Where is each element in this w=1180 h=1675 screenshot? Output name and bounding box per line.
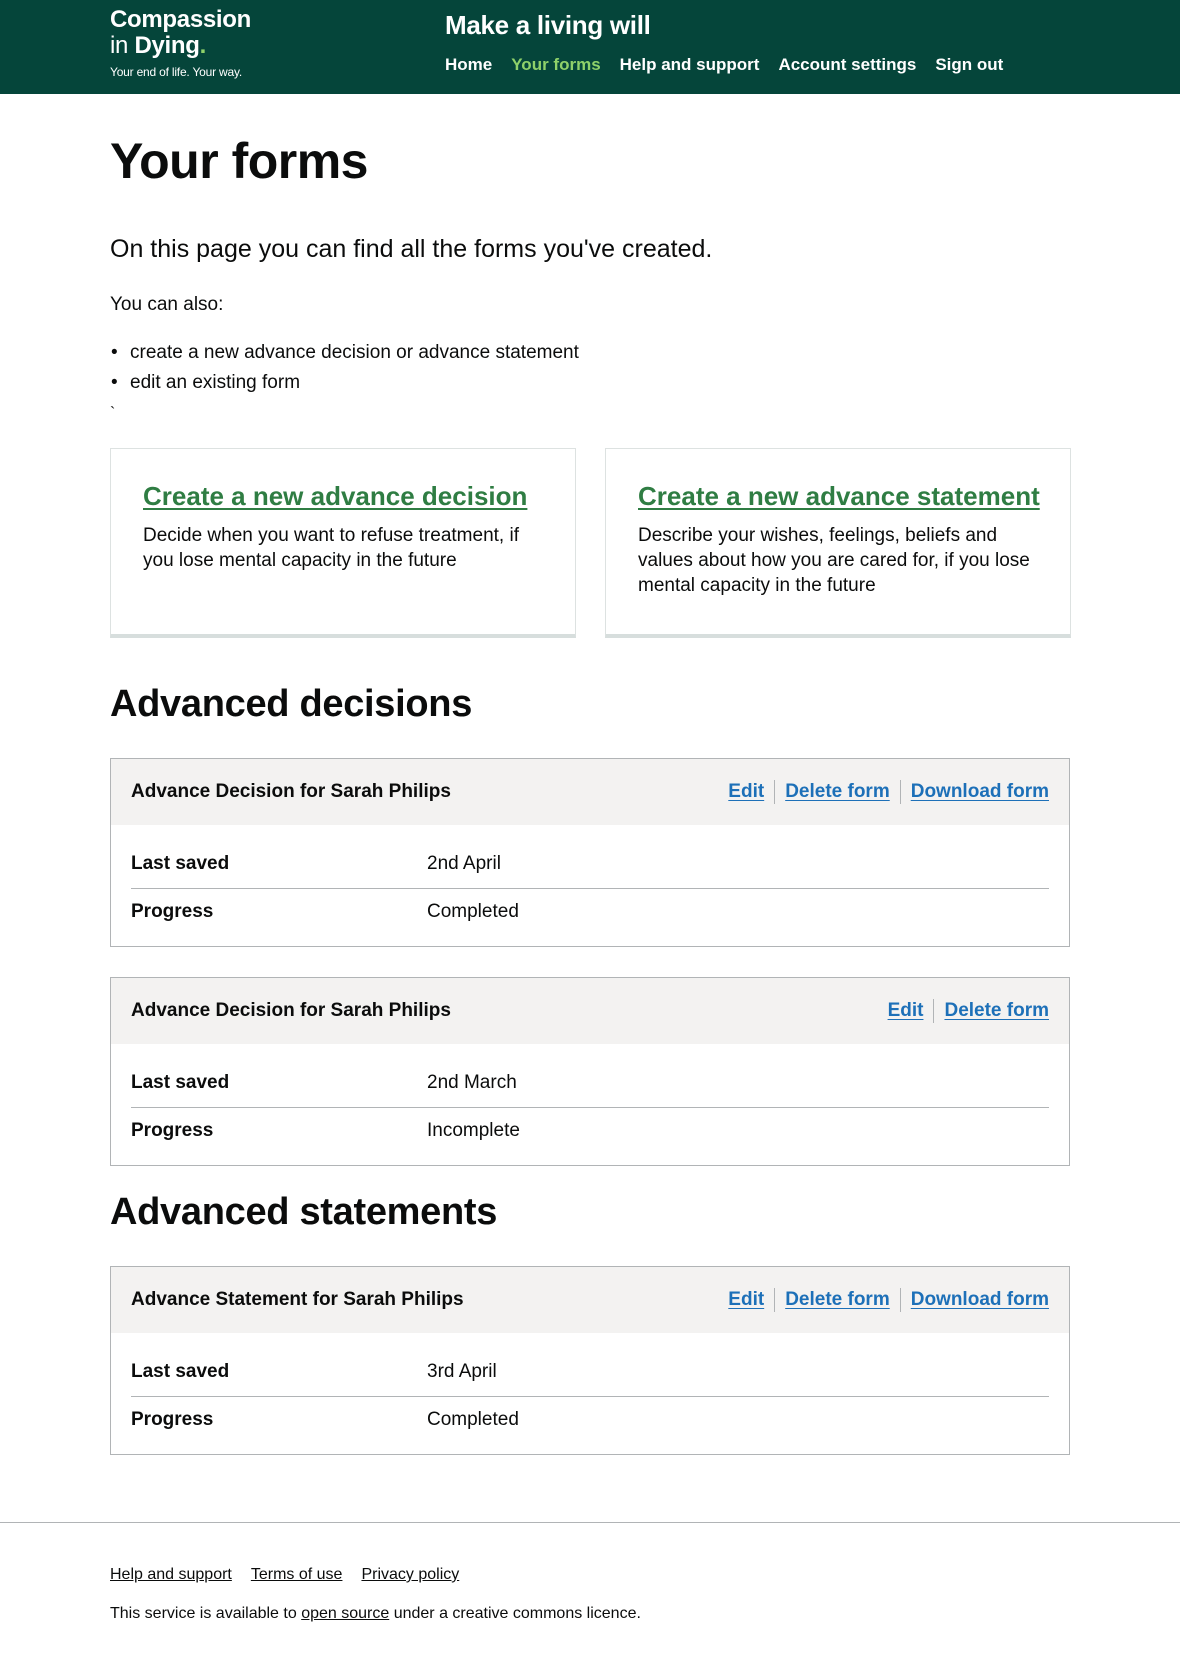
decisions-heading: Advanced decisions	[110, 683, 473, 725]
edit-link[interactable]: Edit	[728, 780, 764, 804]
action-divider	[774, 1288, 776, 1312]
logo-line-2: in Dying.	[110, 33, 251, 58]
page-title: Your forms	[110, 133, 369, 189]
footer-links: Help and support Terms of use Privacy po…	[110, 1565, 478, 1585]
summary-key: Progress	[131, 901, 214, 922]
primary-nav: Home Your forms Help and support Account…	[445, 55, 1022, 75]
summary-card-header: Advance Decision for Sarah Philips Edit …	[111, 759, 1069, 825]
licence-prefix: This service is available to	[110, 1605, 302, 1622]
card-description: Describe your wishes, feelings, beliefs …	[638, 525, 1030, 596]
statements-heading: Advanced statements	[110, 1191, 498, 1233]
site-footer: Help and support Terms of use Privacy po…	[0, 1522, 1180, 1675]
logo-line-1: Compassion	[110, 6, 252, 33]
summary-key: Last saved	[131, 1072, 230, 1093]
service-name[interactable]: Make a living will	[445, 9, 651, 41]
summary-list: Last saved 2nd March Progress Incomplete	[111, 1044, 1069, 1154]
nav-account-settings[interactable]: Account settings	[778, 55, 916, 75]
action-divider	[774, 780, 776, 804]
summary-value: 2nd April	[427, 853, 501, 874]
stray-character: `	[110, 405, 116, 422]
logo-dying: Dying	[134, 32, 200, 59]
summary-key: Progress	[131, 1120, 214, 1141]
summary-card-actions: Edit Delete form Download form	[728, 780, 1049, 804]
summary-card-title: Advance Decision for Sarah Philips	[131, 1000, 451, 1021]
intro-paragraph: You can also:	[110, 294, 224, 315]
edit-link[interactable]: Edit	[728, 1288, 764, 1312]
summary-key: Last saved	[131, 853, 230, 874]
create-advance-statement-link[interactable]: Create a new advance statement	[638, 480, 1040, 512]
summary-card-actions: Edit Delete form	[888, 999, 1049, 1023]
summary-row: Last saved 2nd March	[131, 1064, 1049, 1108]
summary-list: Last saved 2nd April Progress Completed	[111, 825, 1069, 935]
list-item: create a new advance decision or advance…	[110, 338, 579, 368]
summary-card: Advance Decision for Sarah Philips Edit …	[110, 758, 1070, 947]
summary-card: Advance Decision for Sarah Philips Edit …	[110, 977, 1070, 1166]
summary-card-actions: Edit Delete form Download form	[728, 1288, 1049, 1312]
create-decision-card: Create a new advance decision Decide whe…	[110, 448, 576, 638]
summary-row: Progress Incomplete	[131, 1108, 1049, 1154]
compassion-in-dying-logo[interactable]: Compassion in Dying. Your end of life. Y…	[110, 6, 251, 79]
edit-link[interactable]: Edit	[888, 999, 924, 1023]
logo-dot: .	[199, 32, 207, 59]
delete-form-link[interactable]: Delete form	[944, 999, 1049, 1023]
create-statement-card: Create a new advance statement Describe …	[605, 448, 1071, 638]
card-description: Decide when you want to refuse treatment…	[143, 525, 519, 571]
delete-form-link[interactable]: Delete form	[785, 780, 890, 804]
summary-key: Progress	[131, 1409, 214, 1430]
summary-card-title: Advance Statement for Sarah Philips	[131, 1289, 464, 1310]
action-divider	[933, 999, 935, 1023]
footer-help-and-support-link[interactable]: Help and support	[110, 1565, 232, 1585]
options-list: create a new advance decision or advance…	[110, 338, 579, 398]
summary-row: Progress Completed	[131, 889, 1049, 935]
nav-home[interactable]: Home	[445, 55, 492, 75]
site-header: Compassion in Dying. Your end of life. Y…	[0, 0, 1180, 94]
lead-paragraph: On this page you can find all the forms …	[110, 235, 713, 263]
logo-in: in	[110, 32, 135, 59]
nav-sign-out[interactable]: Sign out	[935, 55, 1003, 75]
create-advance-decision-link[interactable]: Create a new advance decision	[143, 480, 543, 512]
delete-form-link[interactable]: Delete form	[785, 1288, 890, 1312]
nav-help-and-support[interactable]: Help and support	[620, 55, 760, 75]
list-item: edit an existing form	[110, 368, 579, 398]
footer-terms-of-use-link[interactable]: Terms of use	[251, 1565, 343, 1585]
summary-row: Last saved 3rd April	[131, 1353, 1049, 1397]
action-divider	[899, 1288, 901, 1312]
licence-text: This service is available to open source…	[110, 1604, 641, 1624]
summary-value: Completed	[427, 1409, 519, 1430]
summary-value: Completed	[427, 901, 519, 922]
summary-card-header: Advance Decision for Sarah Philips Edit …	[111, 978, 1069, 1044]
summary-card-header: Advance Statement for Sarah Philips Edit…	[111, 1267, 1069, 1333]
download-form-link[interactable]: Download form	[911, 1288, 1049, 1312]
summary-card-title: Advance Decision for Sarah Philips	[131, 781, 451, 802]
summary-value: Incomplete	[427, 1120, 520, 1141]
summary-value: 2nd March	[427, 1072, 517, 1093]
summary-key: Last saved	[131, 1361, 230, 1382]
action-divider	[899, 780, 901, 804]
summary-value: 3rd April	[427, 1361, 497, 1382]
nav-your-forms[interactable]: Your forms	[511, 55, 600, 75]
summary-row: Last saved 2nd April	[131, 845, 1049, 889]
download-form-link[interactable]: Download form	[911, 780, 1049, 804]
licence-suffix: under a creative commons licence.	[389, 1605, 641, 1622]
logo-tagline: Your end of life. Your way.	[110, 65, 243, 79]
summary-row: Progress Completed	[131, 1397, 1049, 1443]
summary-list: Last saved 3rd April Progress Completed	[111, 1333, 1069, 1443]
open-source-link[interactable]: open source	[301, 1605, 389, 1622]
summary-card: Advance Statement for Sarah Philips Edit…	[110, 1266, 1070, 1455]
footer-privacy-policy-link[interactable]: Privacy policy	[361, 1565, 459, 1585]
